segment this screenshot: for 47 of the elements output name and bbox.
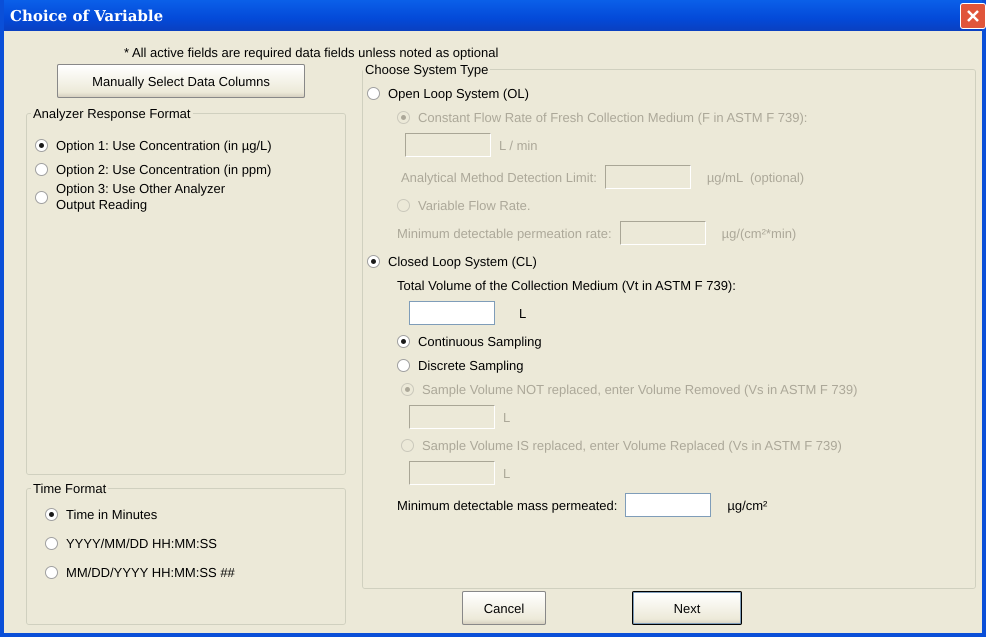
dialog-button[interactable]: Next [632,591,742,625]
radio-label: Variable Flow Rate. [418,198,530,212]
radio-label: Option 3: Use Other Analyzer Output Reading [56,181,226,213]
radio-button[interactable] [397,334,410,348]
unit-label: µg/mL (optional) [706,170,804,184]
select-columns-button[interactable]: Manually Select Data Columns [57,64,305,98]
unit-label: L [519,306,526,320]
radio-button[interactable] [35,138,48,152]
field-label: Minimum detectable permeation rate: [397,226,612,240]
close-button[interactable] [960,2,986,28]
note-text: * All active fields are required data fields unless noted as optional [124,45,498,60]
window-title: Choice of Variable [9,6,164,24]
close-icon [966,8,980,22]
radio-label: MM/DD/YYYY HH:MM:SS ## [66,565,235,580]
radio-label: Sample Volume IS replaced, enter Volume Replaced (Vs in ASTM F 739) [422,438,842,452]
radio-label: Continuous Sampling [418,334,542,348]
radio-button[interactable] [45,566,58,579]
radio-button[interactable] [367,254,380,268]
radio-label: Sample Volume NOT replaced, enter Volume Removed (Vs in ASTM F 739) [422,382,858,396]
input-field[interactable] [625,493,712,517]
radio-label: Open Loop System (OL) [388,86,529,100]
radio-button[interactable] [45,537,58,550]
field-label: Minimum detectable mass permeated: [397,498,618,512]
dialog-button[interactable]: Cancel [462,591,546,625]
radio-button[interactable] [35,190,48,204]
radio-label: Closed Loop System (CL) [388,254,537,268]
field-label: Total Volume of the Collection Medium (Vt in ASTM F 739): [397,278,736,292]
radio-label: Constant Flow Rate of Fresh Collection Medium (F in ASTM F 739): [418,110,808,124]
unit-label: L [503,466,510,480]
radio-button[interactable] [45,508,58,521]
unit-label: L / min [499,138,538,152]
input-field[interactable] [409,301,495,325]
unit-label: µg/(cm²*min) [722,226,796,240]
unit-label: L [503,410,510,424]
radio-label: Option 1: Use Concentration (in µg/L) [56,138,272,152]
unit-label: µg/cm² [727,498,768,512]
field-label: Analytical Method Detection Limit: [401,170,597,184]
radio-label: Option 2: Use Concentration (in ppm) [56,162,272,176]
group-title: Time Format [32,481,108,496]
group-title: Choose System Type [364,62,490,77]
radio-button[interactable] [397,358,410,372]
radio-button[interactable] [35,162,48,176]
radio-button[interactable] [367,86,380,100]
group-title: Analyzer Response Format [32,106,192,121]
radio-label: Time in Minutes [66,507,158,522]
radio-label: YYYY/MM/DD HH:MM:SS [66,536,217,551]
radio-label: Discrete Sampling [418,358,524,372]
